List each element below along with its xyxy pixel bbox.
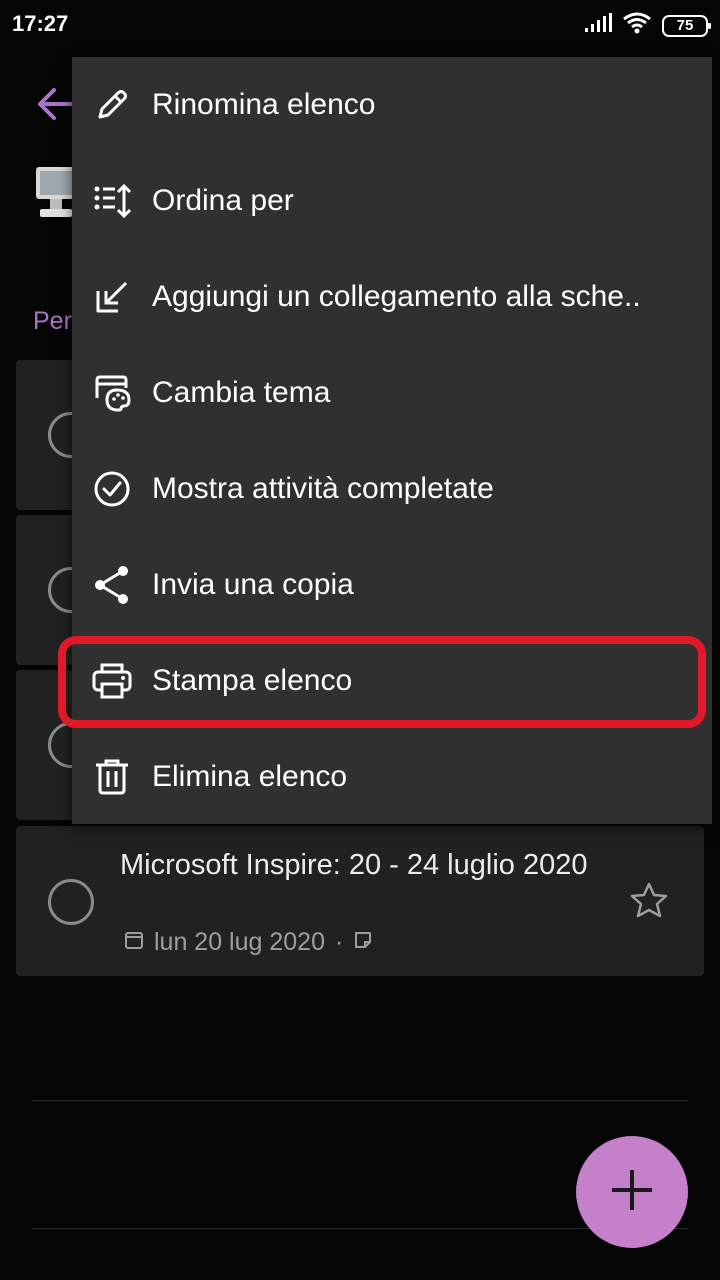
battery-indicator: 75 [662,14,711,37]
section-label: Per [33,307,72,335]
check-circle-icon [92,469,132,509]
menu-item-label: Cambia tema [152,376,331,409]
menu-item-show-completed[interactable]: Mostra attività completate [72,441,712,537]
menu-item-rename-list[interactable]: Rinomina elenco [72,57,712,153]
screen: 17:27 75 Per Microsoft Inspire: 20 - 24 … [0,0,720,1280]
menu-item-change-theme[interactable]: Cambia tema [72,345,712,441]
task-meta: lun 20 lug 2020 · [124,928,373,957]
signal-icon [584,13,612,38]
menu-item-add-shortcut[interactable]: Aggiungi un collegamento alla sche.. [72,249,712,345]
shortcut-arrow-icon [92,277,132,317]
divider [32,1100,688,1101]
menu-item-label: Rinomina elenco [152,88,376,121]
palette-icon [92,373,132,413]
menu-item-sort-by[interactable]: Ordina per [72,153,712,249]
plus-icon [604,1162,660,1223]
task-date: lun 20 lug 2020 [154,928,325,956]
share-icon [92,565,132,605]
battery-level: 75 [676,17,694,34]
add-task-button[interactable] [576,1136,688,1248]
menu-item-print-list[interactable]: Stampa elenco [72,633,712,729]
task-card-inspire[interactable]: Microsoft Inspire: 20 - 24 luglio 2020 l… [16,826,704,976]
menu-item-label: Aggiungi un collegamento alla sche.. [152,280,641,313]
menu-item-send-copy[interactable]: Invia una copia [72,537,712,633]
menu-item-delete-list[interactable]: Elimina elenco [72,729,712,825]
menu-item-label: Mostra attività completate [152,472,494,505]
note-icon [353,928,373,957]
trash-icon [92,757,132,797]
menu-item-label: Stampa elenco [152,664,353,697]
status-icons: 75 [584,12,711,39]
star-icon[interactable] [630,882,668,923]
menu-item-label: Ordina per [152,184,294,217]
calendar-icon [124,928,144,957]
list-options-menu: Rinomina elenco Ordina per Aggiungi un c… [72,57,712,824]
printer-icon [92,661,132,701]
status-time: 17:27 [12,11,69,36]
pencil-icon [92,85,132,125]
sort-icon [92,181,132,221]
menu-item-label: Elimina elenco [152,760,348,793]
wifi-icon [622,12,652,39]
status-bar: 17:27 75 [0,0,720,48]
menu-item-label: Invia una copia [152,568,354,601]
meta-separator: · [334,928,344,956]
back-arrow-icon[interactable] [36,84,76,129]
task-complete-toggle[interactable] [48,879,94,925]
task-title: Microsoft Inspire: 20 - 24 luglio 2020 [120,849,588,881]
